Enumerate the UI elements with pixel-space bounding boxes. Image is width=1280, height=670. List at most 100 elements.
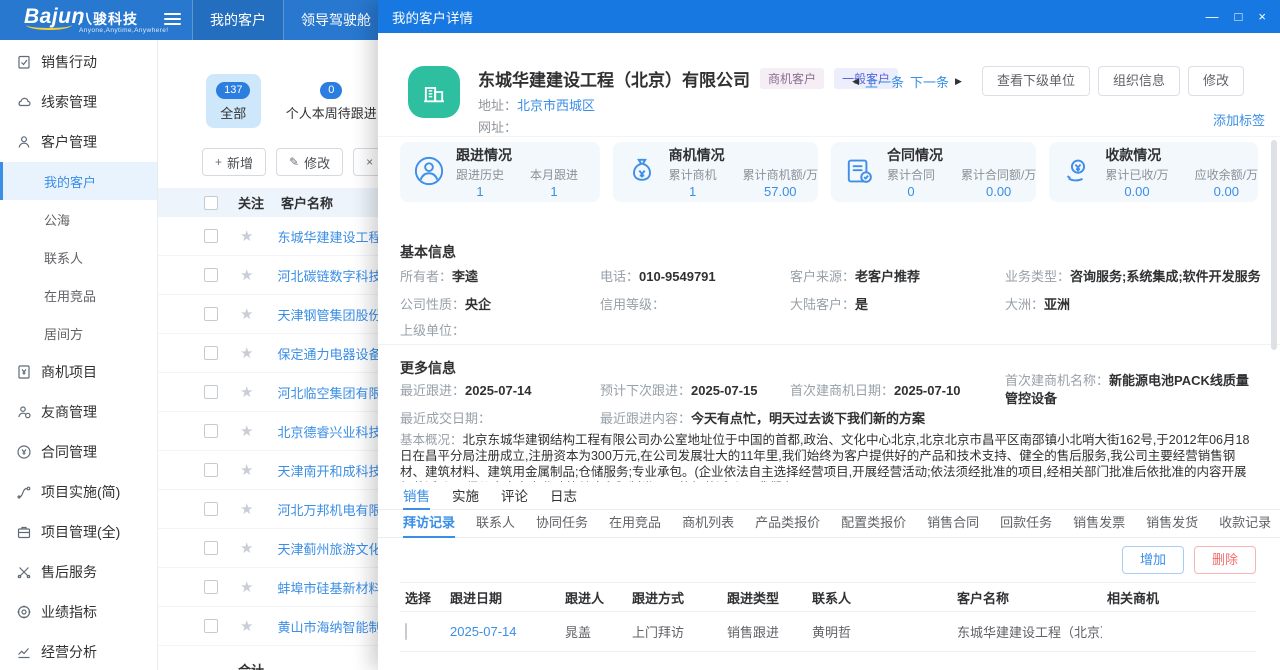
sidebar-item-analysis[interactable]: 经营分析 [0, 632, 157, 670]
tab-comments[interactable]: 评论 [501, 486, 528, 509]
menu-icon[interactable] [164, 13, 181, 28]
customer-name-link[interactable]: 保定通力电器设备有 [277, 344, 378, 363]
customer-row[interactable]: ★ 保定通力电器设备有 [158, 334, 378, 373]
checkbox[interactable] [204, 385, 218, 399]
add-tag-link[interactable]: 添加标签 [1213, 110, 1265, 129]
checkbox[interactable] [204, 424, 218, 438]
sidebar-item-customer-mgmt[interactable]: 客户管理 [0, 122, 157, 162]
customer-name-link[interactable]: 河北万邦机电有限公 [277, 500, 378, 519]
customer-name-link[interactable]: 北京德睿兴业科技有 [277, 422, 378, 441]
checkbox[interactable] [204, 346, 218, 360]
checkbox[interactable] [204, 502, 218, 516]
sidebar-item-contacts[interactable]: 联系人 [0, 238, 157, 276]
customer-name-link[interactable]: 天津蓟州旅游文化集 [277, 539, 378, 558]
delete-record-button[interactable]: 删除 [1194, 546, 1256, 574]
subtab-payment-tasks[interactable]: 回款任务 [1000, 511, 1052, 537]
subtab-collab-tasks[interactable]: 协同任务 [536, 511, 588, 537]
customer-row[interactable]: ★ 黄山市海纳智能制造 [158, 607, 378, 646]
customer-row[interactable]: ★ 北京德睿兴业科技有 [158, 412, 378, 451]
table-row[interactable]: 2025-07-14 晁盖 上门拜访 销售跟进 黄明哲 东城华建建设工程（北京）… [400, 612, 1256, 652]
subtab-competitors[interactable]: 在用竞品 [609, 511, 661, 537]
close-button[interactable]: × [1258, 9, 1266, 24]
add-customer-button[interactable]: +新增 [202, 148, 266, 176]
star-icon[interactable]: ★ [240, 500, 253, 518]
customer-row[interactable]: ★ 河北碳链数字科技有 [158, 256, 378, 295]
checkbox[interactable] [204, 541, 218, 555]
subtab-sales-shipments[interactable]: 销售发货 [1146, 511, 1198, 537]
scrollbar-thumb[interactable] [1271, 140, 1277, 350]
star-icon[interactable]: ★ [240, 617, 253, 635]
checkbox[interactable] [405, 623, 407, 640]
sidebar-item-opportunities[interactable]: 商机项目 [0, 352, 157, 392]
star-icon[interactable]: ★ [240, 461, 253, 479]
address-value[interactable]: 北京市西城区 [517, 98, 595, 113]
sidebar-item-public-pool[interactable]: 公海 [0, 200, 157, 238]
customer-row[interactable]: ★ 河北万邦机电有限公 [158, 490, 378, 529]
sidebar-item-intermediary[interactable]: 居间方 [0, 314, 157, 352]
customer-row[interactable]: ★ 天津蓟州旅游文化集 [158, 529, 378, 568]
sidebar-item-competitors[interactable]: 在用竞品 [0, 276, 157, 314]
sidebar-item-kpi[interactable]: 业绩指标 [0, 592, 157, 632]
star-icon[interactable]: ★ [240, 422, 253, 440]
sidebar-item-after-sales[interactable]: 售后服务 [0, 552, 157, 592]
star-icon[interactable]: ★ [240, 266, 253, 284]
customer-row[interactable]: ★ 天津南开和成科技有 [158, 451, 378, 490]
add-record-button[interactable]: 增加 [1122, 546, 1184, 574]
tab-implementation[interactable]: 实施 [452, 486, 479, 509]
subtab-visit-records[interactable]: 拜访记录 [403, 511, 455, 538]
next-arrow-icon[interactable]: ▶ [955, 76, 962, 87]
checkbox[interactable] [204, 463, 218, 477]
checkbox[interactable] [204, 307, 218, 321]
checkbox[interactable] [204, 619, 218, 633]
subtab-sales-invoices[interactable]: 销售发票 [1073, 511, 1125, 537]
prev-arrow-icon[interactable]: ◀ [852, 76, 859, 87]
subtab-config-quotes[interactable]: 配置类报价 [841, 511, 906, 537]
minimize-button[interactable]: — [1206, 9, 1219, 24]
filter-week-followup[interactable]: 0 个人本周待跟进 [285, 74, 378, 128]
customer-name-link[interactable]: 天津南开和成科技有 [277, 461, 378, 480]
customer-row[interactable]: ★ 河北临空集团有限公 [158, 373, 378, 412]
tab-logs[interactable]: 日志 [550, 486, 577, 509]
customer-row[interactable]: ★ 蚌埠市硅基新材料产 [158, 568, 378, 607]
checkbox[interactable] [204, 268, 218, 282]
customer-row[interactable]: ★ 天津钢管集团股份有 [158, 295, 378, 334]
subtab-opportunity-list[interactable]: 商机列表 [682, 511, 734, 537]
sidebar-item-leads[interactable]: 线索管理 [0, 82, 157, 122]
sidebar-item-my-customers[interactable]: 我的客户 [0, 162, 157, 200]
view-sub-units-button[interactable]: 查看下级单位 [982, 66, 1090, 96]
customer-name-link[interactable]: 黄山市海纳智能制造 [277, 617, 378, 636]
star-icon[interactable]: ★ [240, 344, 253, 362]
tab-sales[interactable]: 销售 [403, 486, 430, 510]
customer-name-link[interactable]: 天津钢管集团股份有 [277, 305, 378, 324]
customer-name-link[interactable]: 蚌埠市硅基新材料产 [277, 578, 378, 597]
checkbox[interactable] [204, 229, 218, 243]
delete-customer-button[interactable]: ×删除 [353, 148, 378, 176]
top-tab-dashboard[interactable]: 领导驾驶舱 [284, 0, 389, 40]
cell-date-link[interactable]: 2025-07-14 [445, 612, 560, 652]
star-icon[interactable]: ★ [240, 227, 253, 245]
prev-record-link[interactable]: 上一条 [865, 72, 904, 91]
org-info-button[interactable]: 组织信息 [1098, 66, 1180, 96]
top-tab-my-customers[interactable]: 我的客户 [192, 0, 284, 40]
customer-name-link[interactable]: 河北临空集团有限公 [277, 383, 378, 402]
customer-name-link[interactable]: 河北碳链数字科技有 [277, 266, 378, 285]
star-icon[interactable]: ★ [240, 539, 253, 557]
scrollbar[interactable] [1271, 40, 1277, 660]
sidebar-item-project-mgmt[interactable]: 项目管理(全) [0, 512, 157, 552]
filter-all[interactable]: 137 全部 [206, 74, 261, 128]
sidebar-item-sales-action[interactable]: 销售行动 [0, 42, 157, 82]
customer-row[interactable]: ★ 东城华建建设工程（ [158, 217, 378, 256]
sidebar-item-partners[interactable]: 友商管理 [0, 392, 157, 432]
sidebar-item-impl-simple[interactable]: 项目实施(简) [0, 472, 157, 512]
star-icon[interactable]: ★ [240, 578, 253, 596]
subtab-payment-records[interactable]: 收款记录 [1219, 511, 1271, 537]
subtab-sales-contracts[interactable]: 销售合同 [927, 511, 979, 537]
edit-button[interactable]: 修改 [1188, 66, 1244, 96]
next-record-link[interactable]: 下一条 [910, 72, 949, 91]
customer-name-link[interactable]: 东城华建建设工程（ [277, 227, 378, 246]
star-icon[interactable]: ★ [240, 305, 253, 323]
sidebar-item-contracts[interactable]: 合同管理 [0, 432, 157, 472]
star-icon[interactable]: ★ [240, 383, 253, 401]
maximize-button[interactable]: □ [1235, 9, 1243, 24]
subtab-product-quotes[interactable]: 产品类报价 [755, 511, 820, 537]
